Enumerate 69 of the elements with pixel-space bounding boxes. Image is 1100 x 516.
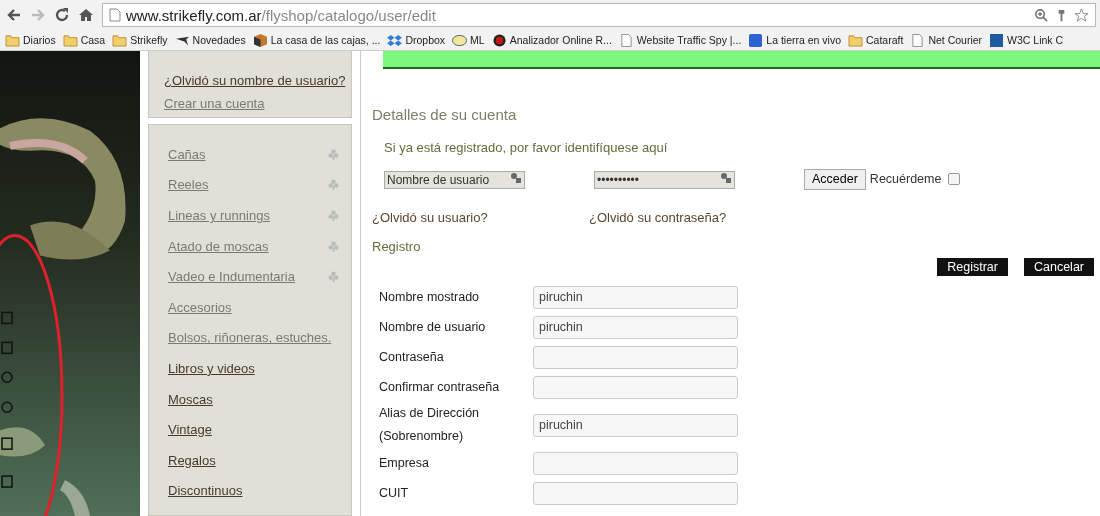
category-link[interactable]: Moscas xyxy=(168,391,213,407)
bookmark[interactable]: ML xyxy=(452,33,485,47)
input-field[interactable]: piruchin xyxy=(533,285,738,309)
bookmark[interactable]: Strikefly xyxy=(112,33,168,47)
input-field[interactable] xyxy=(533,481,738,505)
bookmark[interactable]: La casa de las cajas, ... xyxy=(252,33,381,47)
page-icon xyxy=(910,33,926,47)
bookmark[interactable]: Cataraft xyxy=(848,33,904,47)
box-icon xyxy=(252,33,268,47)
password-field[interactable]: •••••••••• xyxy=(594,171,735,189)
category-link[interactable]: Vintage xyxy=(168,422,212,438)
input-field[interactable]: piruchin xyxy=(533,315,738,339)
category-link[interactable]: Discontinuos xyxy=(168,483,243,499)
bookmark[interactable]: Dropbox xyxy=(387,33,446,47)
input-field[interactable] xyxy=(533,345,738,369)
star-icon[interactable] xyxy=(1074,7,1089,23)
field-label: Nombre de usuario xyxy=(379,318,487,336)
bookmark[interactable]: Net Courier xyxy=(910,33,983,47)
cancel-button[interactable]: Cancelar xyxy=(1023,258,1094,276)
input-field[interactable] xyxy=(533,451,738,475)
expand-icon[interactable] xyxy=(328,271,339,283)
field-label: Empresa xyxy=(379,454,431,472)
home-icon[interactable] xyxy=(78,7,94,23)
category-link[interactable]: Libros y videos xyxy=(168,360,255,376)
expand-icon[interactable] xyxy=(328,240,339,252)
section-title: Detalles de su cuenta xyxy=(372,106,518,123)
bookmark[interactable]: Diarios xyxy=(5,33,56,47)
expand-icon[interactable] xyxy=(328,210,339,221)
folder-icon xyxy=(62,33,78,47)
account-link[interactable]: ¿Olvidó su nombre de usuario? xyxy=(164,73,343,88)
page-icon xyxy=(618,33,634,47)
expand-icon[interactable] xyxy=(328,179,339,191)
square-icon xyxy=(748,33,764,47)
field-label: Alias de Dirección (Sobrenombre) xyxy=(379,405,481,445)
login-prompt: Si ya está registrado, por favor identifíquese aquí xyxy=(384,140,669,155)
square-icon xyxy=(989,33,1005,47)
input-field[interactable]: piruchin xyxy=(533,413,738,437)
zoom-icon[interactable] xyxy=(1034,7,1049,23)
bookmark[interactable]: Website Traffic Spy |... xyxy=(618,33,742,47)
forgot-username-link[interactable]: ¿Olvidó su usuario? xyxy=(372,210,589,225)
register-button[interactable]: Registrar xyxy=(937,258,1008,276)
expand-icon[interactable] xyxy=(328,148,339,160)
back-icon[interactable] xyxy=(6,7,22,23)
bookmark[interactable]: Novedades xyxy=(174,33,246,47)
bookmark[interactable]: Analizador Online R... xyxy=(491,33,612,47)
input-field[interactable] xyxy=(533,375,738,399)
bookmark[interactable]: W3C Link C xyxy=(989,33,1064,47)
bookmark[interactable]: Casa xyxy=(62,33,106,47)
address-bar[interactable]: www.strikefly.com.ar/flyshop/catalogo/user/edit xyxy=(102,3,1096,27)
folder-icon xyxy=(5,33,20,47)
bookmark[interactable]: La tierra en vivo xyxy=(748,33,842,47)
reload-icon[interactable] xyxy=(54,7,70,23)
field-label: Confirmar contraseña xyxy=(379,378,501,396)
username-field[interactable]: Nombre de usuario xyxy=(384,171,525,189)
folder-icon xyxy=(112,33,128,47)
remember-label: Recuérdeme xyxy=(869,172,942,186)
login-button[interactable]: Acceder xyxy=(804,168,866,190)
dropbox-icon xyxy=(387,33,403,47)
field-label: Nombre mostrado xyxy=(379,288,481,306)
register-heading: Registro xyxy=(372,239,422,254)
category-link[interactable]: Regalos xyxy=(168,452,216,468)
forward-icon[interactable] xyxy=(30,7,46,23)
forgot-password-link[interactable]: ¿Olvidó su contraseña? xyxy=(589,210,806,225)
remember-checkbox[interactable] xyxy=(948,173,961,185)
field-label: Contraseña xyxy=(379,348,445,366)
field-label: CUIT xyxy=(379,484,410,502)
record-icon xyxy=(491,33,507,47)
folder-icon xyxy=(848,33,864,47)
page-icon xyxy=(109,8,121,22)
